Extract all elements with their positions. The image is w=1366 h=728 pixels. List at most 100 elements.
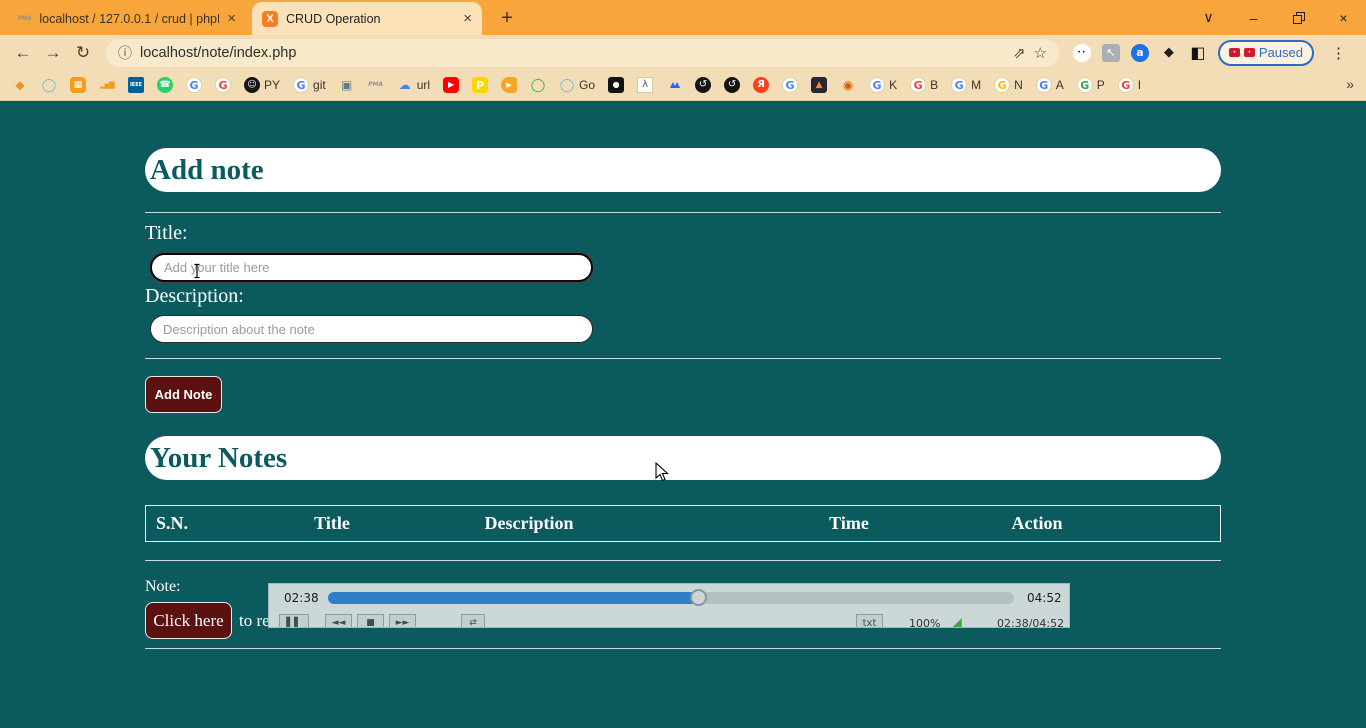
note-label: Note: xyxy=(145,578,181,596)
jump-button[interactable]: ⇄ xyxy=(461,614,485,628)
bookmark-phpmyadmin[interactable]: PMA xyxy=(368,77,384,93)
close-window-button[interactable]: × xyxy=(1321,0,1366,35)
bookmark-google-2[interactable]: G xyxy=(215,77,231,93)
close-tab-icon[interactable]: × xyxy=(227,10,236,27)
reset-serial-button[interactable]: Click here xyxy=(145,602,232,639)
bookmark-favicon-icon: Я xyxy=(753,77,769,93)
bookmark-github[interactable]: ☺ PY xyxy=(244,77,280,93)
paused-badge-icon: • xyxy=(1229,48,1240,57)
tab-title: CRUD Operation xyxy=(286,12,455,26)
bookmark-printer[interactable]: ▣ xyxy=(339,77,355,93)
bookmark-google-1[interactable]: G xyxy=(186,77,202,93)
bookmark-orange-app[interactable]: ▦ xyxy=(70,77,86,93)
bookmark-google-a[interactable]: G A xyxy=(1036,77,1064,93)
bookmarks-overflow-icon[interactable]: » xyxy=(1346,76,1354,92)
player-total-time: 04:52 xyxy=(1027,591,1062,605)
rewind-button[interactable]: ◄◄ xyxy=(325,614,352,628)
paused-extension-pill[interactable]: • • Paused xyxy=(1218,40,1314,66)
bookmark-s-circle-1[interactable]: ↺ xyxy=(695,77,711,93)
selector-extension-icon[interactable]: ↖ xyxy=(1102,44,1120,62)
bookmark-favicon-icon: G xyxy=(1077,77,1093,93)
restore-icon xyxy=(1293,12,1305,24)
bookmark-youtube[interactable]: ▶ xyxy=(443,77,459,93)
minimize-button[interactable]: – xyxy=(1231,0,1276,35)
close-tab-icon[interactable]: × xyxy=(463,10,472,27)
bookmark-godaddy[interactable]: ◯ xyxy=(41,77,57,93)
address-bar[interactable]: ⓘ localhost/note/index.php ⇗ ☆ xyxy=(106,39,1059,67)
panda-extension-icon[interactable]: •• xyxy=(1073,44,1091,62)
bookmark-google-3[interactable]: G xyxy=(782,77,798,93)
notes-table-header: S.N. Title Description Time Action xyxy=(145,505,1221,542)
extensions-puzzle-icon[interactable]: ◆ xyxy=(1160,44,1178,62)
share-icon[interactable]: ⇗ xyxy=(1013,44,1026,62)
bookmark-video-camera[interactable]: ▶ xyxy=(501,77,517,93)
bookmark-label: I xyxy=(1138,78,1141,92)
description-input[interactable] xyxy=(150,315,593,343)
url-text[interactable]: localhost/note/index.php xyxy=(140,45,1005,61)
bookmark-favicon-icon: G xyxy=(215,77,231,93)
reload-button[interactable]: ↻ xyxy=(68,43,98,63)
bookmark-label: B xyxy=(930,78,938,92)
pause-button[interactable]: ▌▌ xyxy=(279,614,309,628)
bookmark-google-m[interactable]: G M xyxy=(951,77,981,93)
bookmark-favicon-icon: G xyxy=(910,77,926,93)
bookmark-star-icon[interactable]: ☆ xyxy=(1033,44,1046,62)
restore-button[interactable] xyxy=(1276,0,1321,35)
browser-menu-icon[interactable]: ⋮ xyxy=(1325,44,1352,62)
bookmark-favicon-icon: ▂▅▇ xyxy=(99,77,115,93)
text-overlay-button[interactable]: txt xyxy=(856,614,883,628)
a-extension-icon[interactable]: a xyxy=(1131,44,1149,62)
new-tab-button[interactable]: + xyxy=(494,4,520,32)
extensions-row: •• ↖ a ◆ ◧ • • Paused ⋮ xyxy=(1067,40,1358,66)
bookmark-go-circle[interactable]: ◯ Go xyxy=(559,77,595,93)
bookmark-favicon-icon: ☎ xyxy=(157,77,173,93)
stop-button[interactable]: ■ xyxy=(357,614,384,628)
divider xyxy=(145,358,1221,359)
tab-phpmyadmin[interactable]: PMA localhost / 127.0.0.1 / crud | phpM … xyxy=(8,2,246,35)
volume-icon[interactable]: ◢ xyxy=(951,615,962,628)
bookmark-yandex[interactable]: Я xyxy=(753,77,769,93)
bookmarks-bar: ◆ ◯ ▦ ▂▅▇ IEEE ☎ G xyxy=(0,70,1366,101)
description-label: Description: xyxy=(145,285,244,308)
player-progress-fill xyxy=(328,592,698,604)
fast-forward-button[interactable]: ►► xyxy=(389,614,416,628)
column-header-action: Action xyxy=(1012,513,1063,534)
player-progress-track[interactable] xyxy=(328,592,1014,604)
bookmark-google-n[interactable]: G N xyxy=(994,77,1023,93)
tab-crud-operation[interactable]: X CRUD Operation × xyxy=(252,2,482,35)
side-panel-icon[interactable]: ◧ xyxy=(1189,44,1207,62)
bookmark-label: M xyxy=(971,78,981,92)
add-note-button[interactable]: Add Note xyxy=(145,376,222,413)
tab-search-icon[interactable]: ∨ xyxy=(1186,0,1231,35)
back-button[interactable]: ← xyxy=(8,43,38,63)
bookmark-favicon-icon: ◉ xyxy=(840,77,856,93)
bookmark-favicon-icon: ▦ xyxy=(70,77,86,93)
bookmark-favicon-icon: G xyxy=(951,77,967,93)
title-input[interactable] xyxy=(150,253,593,282)
forward-button[interactable]: → xyxy=(38,43,68,63)
bookmark-eye[interactable]: ◉ xyxy=(840,77,856,93)
bookmark-favicon-icon: ▶ xyxy=(501,77,517,93)
bookmark-s-circle-2[interactable]: ↺ xyxy=(724,77,740,93)
site-info-icon[interactable]: ⓘ xyxy=(118,43,132,63)
bookmark-programiz[interactable]: P xyxy=(472,77,488,93)
bookmark-mountains[interactable]: ▲▲ xyxy=(666,77,682,93)
bookmark-green-ring[interactable]: ◯ xyxy=(530,77,546,93)
bookmark-favicon-icon: G xyxy=(293,77,309,93)
bookmark-matlab[interactable]: ▲ xyxy=(811,77,827,93)
bookmark-google-git[interactable]: G git xyxy=(293,77,326,93)
bookmark-analytics[interactable]: ▂▅▇ xyxy=(99,77,115,93)
bookmark-url-tool[interactable]: ☁ url xyxy=(397,77,430,93)
bookmark-diamond[interactable]: ◆ xyxy=(12,77,28,93)
bookmark-ieee[interactable]: IEEE xyxy=(128,77,144,93)
bookmark-google-b[interactable]: G B xyxy=(910,77,938,93)
player-progress-thumb[interactable] xyxy=(690,589,707,606)
bookmark-google-i[interactable]: G I xyxy=(1118,77,1141,93)
bookmark-google-k[interactable]: G K xyxy=(869,77,897,93)
bookmark-whatsapp[interactable]: ☎ xyxy=(157,77,173,93)
phpmyadmin-favicon-icon: PMA xyxy=(18,16,31,22)
bookmark-google-p[interactable]: G P xyxy=(1077,77,1105,93)
bookmark-favicon-icon: G xyxy=(782,77,798,93)
bookmark-duck[interactable]: ● xyxy=(608,77,624,93)
bookmark-person[interactable]: λ xyxy=(637,77,653,93)
